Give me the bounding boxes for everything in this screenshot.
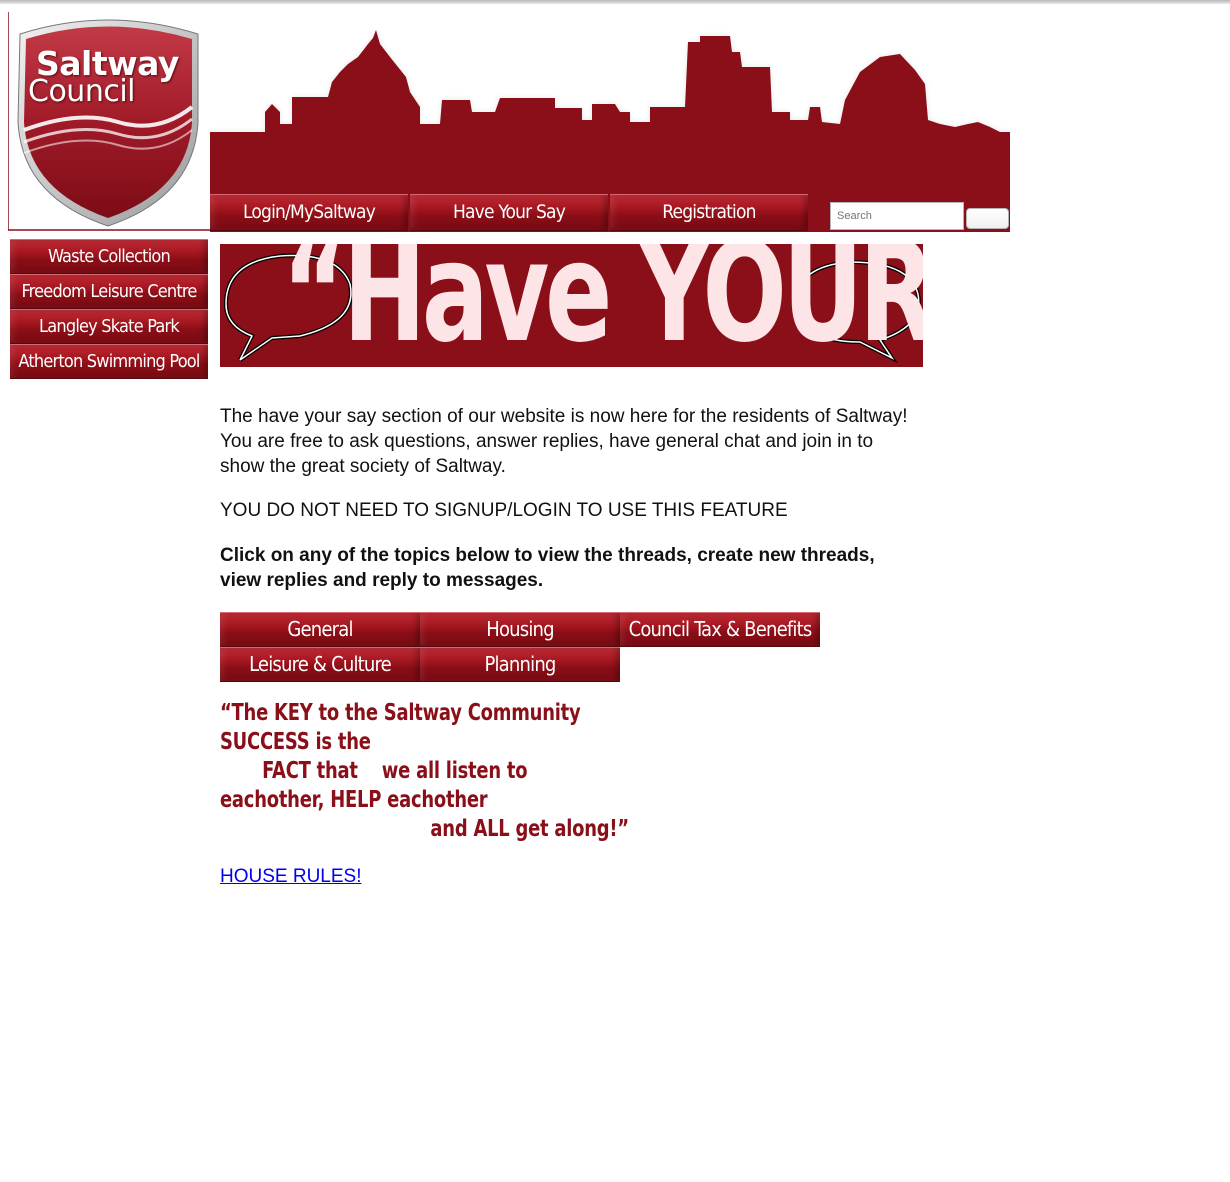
topic-council-tax-benefits[interactable]: Council Tax & Benefits <box>620 612 820 647</box>
quote-line: and ALL get along!” <box>220 816 629 842</box>
sidebar-item-freedom-leisure-centre[interactable]: Freedom Leisure Centre <box>10 274 208 309</box>
topics-instructions: Click on any of the topics below to view… <box>220 545 875 591</box>
search-input[interactable] <box>830 202 964 230</box>
saltway-council-logo[interactable]: Saltway Council <box>8 12 210 232</box>
quote-line: SUCCESS is the <box>220 729 371 755</box>
have-your-say-banner: “Have YOUR say” <box>220 244 923 367</box>
have-your-say-heading: “Have YOUR say” <box>282 244 923 367</box>
sidebar-item-langley-skate-park[interactable]: Langley Skate Park <box>10 309 208 344</box>
house-rules-link[interactable]: HOUSE RULES! <box>220 866 361 888</box>
sidebar-item-waste-collection[interactable]: Waste Collection <box>10 239 208 274</box>
topic-general[interactable]: General <box>220 612 420 647</box>
topic-housing[interactable]: Housing <box>420 612 620 647</box>
nav-registration[interactable]: Registration <box>610 194 808 231</box>
quote-line: “The KEY to the Saltway Community <box>220 700 581 726</box>
sidebar-item-atherton-swimming-pool[interactable]: Atherton Swimming Pool <box>10 344 208 379</box>
logo-title-line2: Council <box>28 74 136 109</box>
nav-login-mysaltway[interactable]: Login/MySaltway <box>210 194 408 231</box>
no-login-notice: YOU DO NOT NEED TO SIGNUP/LOGIN TO USE T… <box>220 500 788 521</box>
nav-have-your-say[interactable]: Have Your Say <box>410 194 608 231</box>
window-top-border <box>0 0 1230 4</box>
quote-line: FACT that we all listen to <box>220 758 528 784</box>
topic-planning[interactable]: Planning <box>420 647 620 682</box>
intro-paragraph: The have your say section of our website… <box>220 406 908 477</box>
search-button[interactable] <box>966 208 1009 229</box>
community-quote: “The KEY to the Saltway Community SUCCES… <box>220 699 629 844</box>
quote-line: eachother, HELP eachother <box>220 787 488 813</box>
topic-leisure-culture[interactable]: Leisure & Culture <box>220 647 420 682</box>
